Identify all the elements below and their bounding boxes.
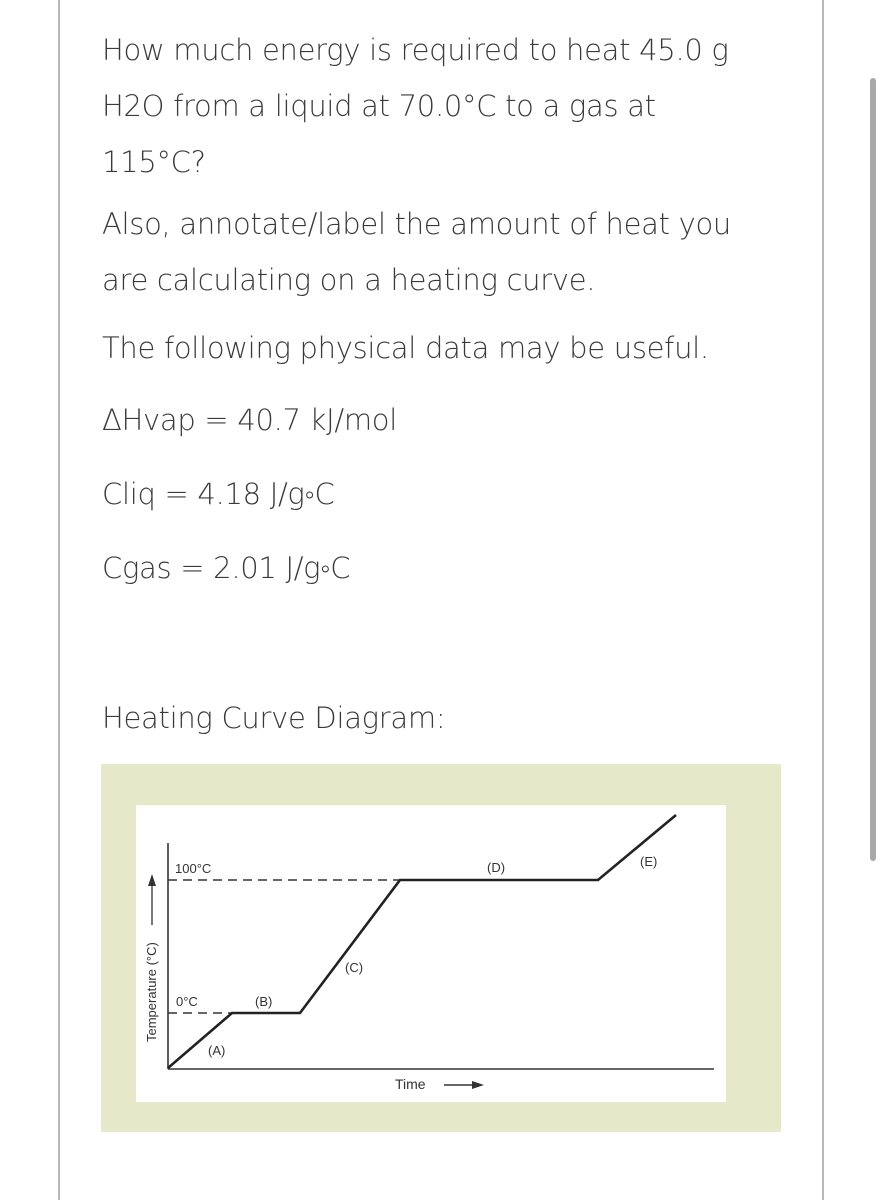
specific-heat-gas: Cgas = 2.01 J/g◦C bbox=[102, 551, 351, 585]
question-line-3: 115°C? bbox=[102, 145, 206, 179]
scrollbar-thumb[interactable] bbox=[870, 78, 876, 861]
annotate-instruction: Also, annotate/label the amount of heat … bbox=[102, 196, 731, 308]
question-text: How much energy is required to heat 45.0… bbox=[102, 22, 729, 190]
specific-heat-liquid: Cliq = 4.18 J/g◦C bbox=[102, 477, 335, 511]
question-line-1: How much energy is required to heat 45.0… bbox=[102, 33, 729, 67]
data-intro: The following physical data may be usefu… bbox=[102, 331, 709, 365]
diagram-heading: Heating Curve Diagram: bbox=[102, 701, 446, 735]
annotate-line-1: Also, annotate/label the amount of heat … bbox=[102, 207, 731, 241]
enthalpy-vaporization: ΔHvap = 40.7 kJ/mol bbox=[102, 403, 397, 437]
diagram-panel bbox=[136, 805, 726, 1102]
question-line-2: H2O from a liquid at 70.0°C to a gas at bbox=[102, 89, 656, 123]
page-left-border bbox=[58, 0, 60, 1200]
annotate-line-2: are calculating on a heating curve. bbox=[102, 263, 596, 297]
page-right-border bbox=[822, 0, 824, 1200]
